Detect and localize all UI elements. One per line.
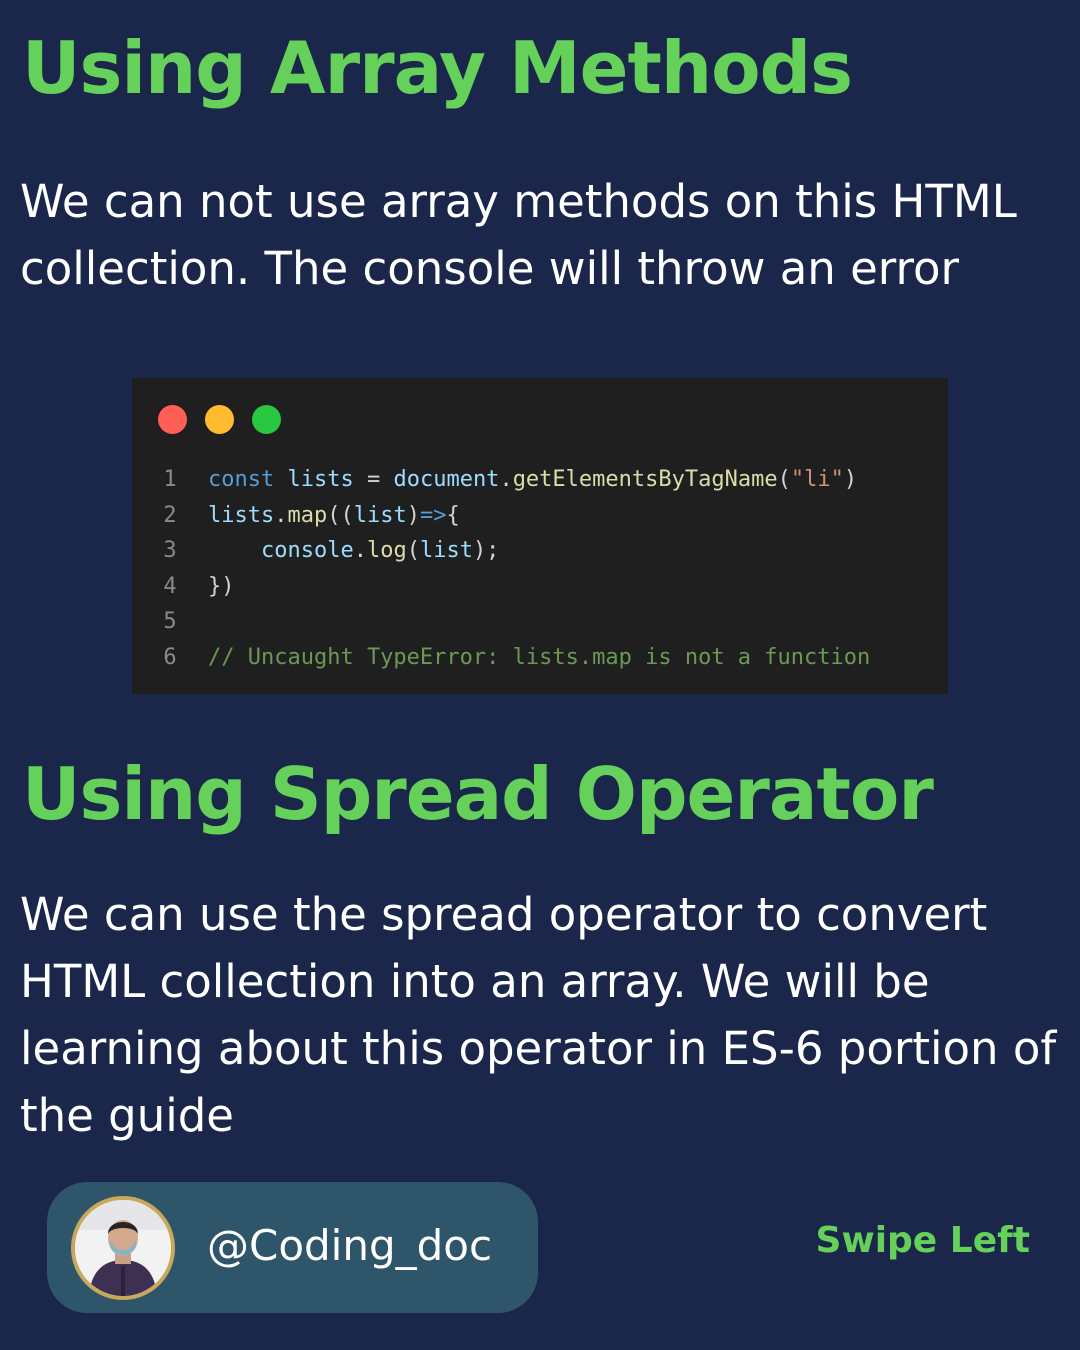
code-token: = xyxy=(353,467,394,492)
code-token: }) xyxy=(208,573,235,599)
line-number: 6 xyxy=(163,644,177,670)
code-line: 6 // Uncaught TypeError: lists.map is not… xyxy=(132,640,948,676)
line-number: 4 xyxy=(163,573,177,599)
line-number: 3 xyxy=(163,538,177,563)
code-token: { xyxy=(446,502,460,528)
code-text: console.log(list); xyxy=(208,533,499,569)
code-token: => xyxy=(419,502,447,528)
code-token: ( xyxy=(406,538,420,563)
code-block: 1 const lists = document.getElementsByTag… xyxy=(132,462,948,675)
code-line: 3 console.log(list); xyxy=(132,533,948,569)
code-line: 2 lists.map((list)=>{ xyxy=(132,498,948,534)
code-text: const lists = document.getElementsByTagN… xyxy=(208,462,857,498)
avatar-photo-icon xyxy=(75,1200,171,1296)
section-title-spread-operator: Using Spread Operator xyxy=(22,752,934,836)
profile-handle: @Coding_doc xyxy=(207,1221,493,1270)
window-controls xyxy=(158,405,281,434)
code-token: // Uncaught TypeError: lists.map is not … xyxy=(208,644,871,670)
section-body-spread-operator: We can use the spread operator to conver… xyxy=(20,888,1057,1142)
code-token: . xyxy=(274,502,288,528)
code-token: . xyxy=(353,538,367,563)
minimize-dot-icon xyxy=(205,405,234,434)
line-number: 5 xyxy=(163,609,177,634)
code-token: ); xyxy=(472,538,500,563)
code-token: list xyxy=(353,502,407,528)
code-token: ( xyxy=(777,467,791,492)
code-token: (( xyxy=(327,502,354,528)
code-token: getElementsByTagName xyxy=(512,467,778,492)
code-line: 5 xyxy=(132,604,948,640)
code-token: lists xyxy=(208,502,275,528)
code-token: map xyxy=(287,502,328,528)
code-token: const xyxy=(208,467,288,492)
line-number: 2 xyxy=(163,502,177,528)
code-window: 1 const lists = document.getElementsByTag… xyxy=(132,378,948,694)
swipe-left-label[interactable]: Swipe Left xyxy=(816,1220,1030,1261)
avatar xyxy=(71,1196,175,1300)
code-line: 4}) xyxy=(132,569,948,605)
code-text: }) xyxy=(208,569,235,605)
line-number: 1 xyxy=(163,467,177,492)
code-token: "li" xyxy=(790,467,844,492)
section-title-array-methods: Using Array Methods xyxy=(22,26,853,110)
code-text: lists.map((list)=>{ xyxy=(208,498,460,534)
code-token: . xyxy=(499,467,513,492)
code-token: document xyxy=(393,467,500,492)
section-body-array-methods: We can not use array methods on this HTM… xyxy=(20,175,1017,295)
code-token: list xyxy=(419,538,473,563)
code-token: ) xyxy=(406,502,420,528)
code-token: console xyxy=(260,538,354,563)
code-line: 1 const lists = document.getElementsByTag… xyxy=(132,462,948,498)
close-dot-icon xyxy=(158,405,187,434)
code-token: lists xyxy=(287,467,354,492)
maximize-dot-icon xyxy=(252,405,281,434)
code-token: ) xyxy=(843,467,858,492)
code-token: log xyxy=(366,538,407,563)
code-text: // Uncaught TypeError: lists.map is not … xyxy=(208,640,870,676)
profile-badge[interactable]: @Coding_doc xyxy=(47,1182,538,1313)
